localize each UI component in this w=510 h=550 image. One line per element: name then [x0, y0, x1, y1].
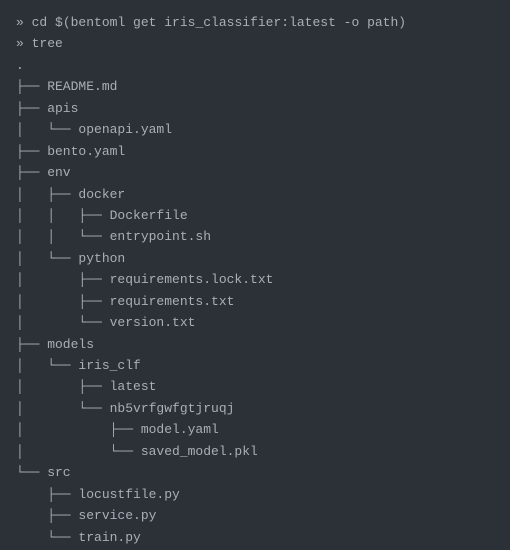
- command-tree: tree: [32, 36, 63, 51]
- tree-line: │ └── version.txt: [16, 315, 195, 330]
- tree-line: │ └── iris_clf: [16, 358, 141, 373]
- tree-line: │ └── saved_model.pkl: [16, 444, 258, 459]
- tree-line: ├── service.py: [16, 508, 156, 523]
- tree-line: │ │ └── entrypoint.sh: [16, 229, 211, 244]
- tree-line: │ ├── docker: [16, 187, 125, 202]
- tree-line: │ └── nb5vrfgwfgtjruqj: [16, 401, 234, 416]
- tree-line: ├── locustfile.py: [16, 487, 180, 502]
- tree-line: └── src: [16, 465, 71, 480]
- command-cd: cd $(bentoml get iris_classifier:latest …: [32, 15, 406, 30]
- tree-root: .: [16, 58, 24, 73]
- tree-line: ├── env: [16, 165, 71, 180]
- tree-line: │ ├── requirements.txt: [16, 294, 234, 309]
- tree-line: ├── README.md: [16, 79, 117, 94]
- tree-line: │ └── python: [16, 251, 125, 266]
- tree-line: ├── apis: [16, 101, 78, 116]
- tree-line: │ ├── latest: [16, 379, 156, 394]
- tree-line: │ │ ├── Dockerfile: [16, 208, 188, 223]
- prompt-symbol-2: »: [16, 36, 24, 51]
- tree-line: │ ├── requirements.lock.txt: [16, 272, 273, 287]
- tree-line: │ └── openapi.yaml: [16, 122, 172, 137]
- tree-line: ├── bento.yaml: [16, 144, 125, 159]
- tree-line: └── train.py: [16, 530, 141, 545]
- prompt-symbol-1: »: [16, 15, 24, 30]
- tree-line: ├── models: [16, 337, 94, 352]
- tree-line: │ ├── model.yaml: [16, 422, 219, 437]
